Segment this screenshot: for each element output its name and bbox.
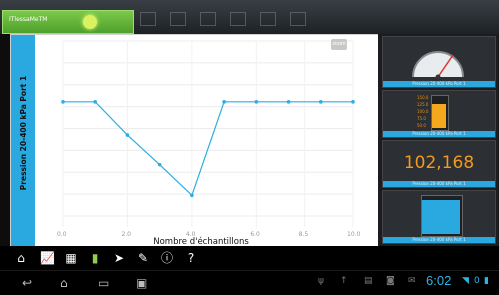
bar1-label: Pression 20-400 kPa Port 1 xyxy=(383,131,495,137)
help-icon[interactable]: ? xyxy=(184,251,198,265)
bar-tick-label: 50.0 xyxy=(417,123,426,128)
y-tick-label: 60.0 xyxy=(36,191,50,198)
ghost-icon xyxy=(260,12,276,26)
y-axis-title: Pression 20-400 kPa Port 1 xyxy=(19,75,28,191)
bar-tick-label: 150.0 xyxy=(417,95,429,100)
top-bar: ITlessaMeTM xyxy=(0,0,499,34)
data-point xyxy=(125,133,130,137)
y-tick-label: 80.0 xyxy=(36,147,50,154)
status-indicator-icon xyxy=(83,15,97,29)
line-chart-icon[interactable]: 📈 xyxy=(40,251,55,265)
y-tick-label: 70.0 xyxy=(36,169,50,176)
number-widget[interactable]: 102,168 Pression 20-400 kPa Port 1 xyxy=(382,140,496,188)
brand-label: ITlessaMeTM xyxy=(9,16,48,23)
data-point xyxy=(351,100,355,104)
data-point xyxy=(318,100,323,104)
bar-widget-2[interactable]: Pression 20-400 kPa Port 1 xyxy=(382,190,496,244)
data-point xyxy=(157,162,162,167)
system-navbar: ↩ ⌂ ▭ ▣ xyxy=(0,270,499,295)
navigate-icon[interactable]: ➤ xyxy=(112,251,126,265)
data-point xyxy=(254,100,259,104)
nav-home-icon[interactable]: ⌂ xyxy=(60,276,68,290)
wifi-icon: ◥ xyxy=(462,276,469,286)
ghost-icon xyxy=(140,12,156,26)
line-chart[interactable]: 50.0 60.0 70.0 80.0 90.0 100.0 110.0 120.0 130.0… xyxy=(11,35,379,247)
bar-fill xyxy=(432,104,446,128)
info-icon[interactable]: ⓘ xyxy=(160,251,174,265)
x-tick-label: 0.0 xyxy=(57,231,67,238)
bar2-label: Pression 20-400 kPa Port 1 xyxy=(383,237,495,243)
y-tick-label: 100.0 xyxy=(36,104,53,111)
app-toolbar: ⌂ 📈 ▦ ▮ ➤ ✎ ⓘ ? xyxy=(0,246,499,270)
y-tick-label: 50.0 xyxy=(36,213,50,220)
bar-tick-label: 125.0 xyxy=(417,102,429,107)
data-point xyxy=(286,100,291,104)
chart-panel[interactable]: 50.0 60.0 70.0 80.0 90.0 100.0 110.0 120.0 130.0… xyxy=(10,34,380,248)
zoom-button[interactable]: zoom xyxy=(331,39,347,50)
y-tick-label: 90.0 xyxy=(36,126,50,133)
app-brand[interactable]: ITlessaMeTM xyxy=(2,10,134,34)
download-icon: ▤ xyxy=(364,276,373,286)
signal-icon: 0 xyxy=(474,276,480,286)
home-icon[interactable]: ⌂ xyxy=(14,251,28,265)
status-clock: 6:02 xyxy=(426,273,452,288)
pressure-value: 102,168 xyxy=(403,153,475,173)
recent-apps-icon[interactable]: ▭ xyxy=(98,276,109,290)
widgets-panel: Pression 20-400 kPa Port 1 150.0 125.0 100… xyxy=(378,34,499,246)
mail-icon: ✉ xyxy=(408,276,416,286)
bar-chart-icon[interactable]: ▮ xyxy=(88,251,102,265)
gauge-label: Pression 20-400 kPa Port 1 xyxy=(383,81,495,87)
data-point xyxy=(222,100,226,104)
y-tick-label: 120.0 xyxy=(36,60,53,67)
usb-icon: ψ xyxy=(318,276,324,286)
ghost-toolbar xyxy=(140,12,370,28)
table-icon[interactable]: ▦ xyxy=(64,251,78,265)
gallery-icon: ◙ xyxy=(386,276,395,286)
number-label: Pression 20-400 kPa Port 1 xyxy=(383,181,495,187)
data-point xyxy=(93,100,98,104)
bar-widget-1[interactable]: 150.0 125.0 100.0 75.0 50.0 Pression 20-400 … xyxy=(382,90,496,138)
battery-icon: ▮ xyxy=(484,276,489,286)
x-tick-label: 10.0 xyxy=(347,231,361,238)
ghost-icon xyxy=(290,12,306,26)
ghost-icon xyxy=(200,12,216,26)
back-icon[interactable]: ↩ xyxy=(22,276,32,290)
y-tick-label: 130.0 xyxy=(36,38,53,45)
gauge-widget[interactable]: Pression 20-400 kPa Port 1 xyxy=(382,36,496,88)
series-line xyxy=(63,101,353,197)
bar-fill xyxy=(422,199,460,234)
notification-icon: ↑ xyxy=(340,276,348,286)
bar-tick-label: 75.0 xyxy=(417,116,426,121)
ghost-icon xyxy=(170,12,186,26)
data-point xyxy=(61,100,65,104)
bar-tick-label: 100.0 xyxy=(417,109,429,114)
gauge-dial-icon xyxy=(412,51,464,79)
data-point xyxy=(190,193,194,198)
ghost-icon xyxy=(230,12,246,26)
pen-icon[interactable]: ✎ xyxy=(136,251,150,265)
screenshot-icon[interactable]: ▣ xyxy=(136,276,147,290)
y-tick-label: 110.0 xyxy=(36,82,53,89)
